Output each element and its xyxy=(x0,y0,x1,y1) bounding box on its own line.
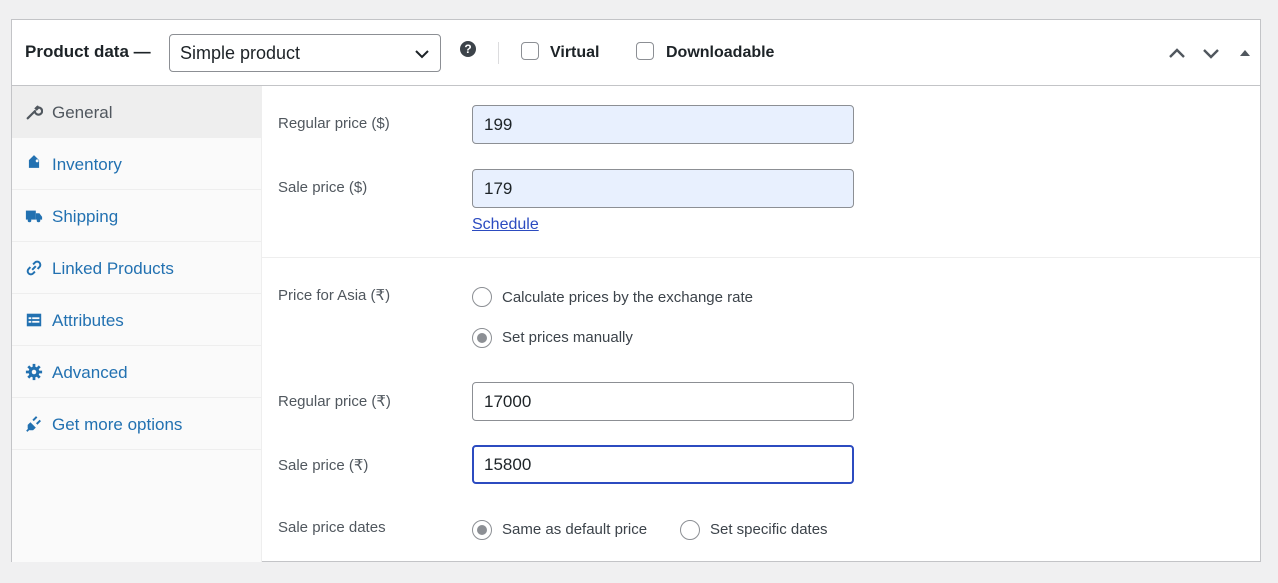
manual-prices-label: Set prices manually xyxy=(502,329,633,346)
wrench-icon xyxy=(26,105,43,120)
move-up-icon[interactable] xyxy=(1166,42,1188,64)
collapse-toggle-icon[interactable] xyxy=(1234,42,1256,64)
gear-icon xyxy=(25,363,43,381)
sale-price-dates-label: Sale price dates xyxy=(278,519,386,536)
chevron-down-icon xyxy=(415,50,429,59)
asia-regular-price-input[interactable] xyxy=(472,382,854,421)
asia-sale-price-input[interactable] xyxy=(472,445,854,484)
specific-dates-label: Set specific dates xyxy=(710,521,828,538)
section-divider xyxy=(262,257,1260,258)
regular-price-label: Regular price ($) xyxy=(278,115,390,132)
help-icon[interactable]: ? xyxy=(460,41,476,57)
tab-advanced[interactable]: Advanced xyxy=(12,346,261,398)
exchange-rate-label: Calculate prices by the exchange rate xyxy=(502,289,753,306)
exchange-rate-radio[interactable] xyxy=(472,287,492,307)
product-data-tabs: General Inventory Shipping Linked Produc… xyxy=(12,86,262,562)
asia-regular-price-label: Regular price (₹) xyxy=(278,393,391,410)
tag-icon xyxy=(28,155,40,168)
list-table-icon xyxy=(26,313,42,327)
downloadable-checkbox[interactable] xyxy=(636,42,654,60)
plugin-icon xyxy=(26,416,42,432)
specific-dates-radio[interactable] xyxy=(680,520,700,540)
same-as-default-label: Same as default price xyxy=(502,521,648,538)
regular-price-input[interactable] xyxy=(472,105,854,144)
product-data-title: Product data — xyxy=(25,42,151,61)
tab-shipping[interactable]: Shipping xyxy=(12,190,261,242)
tab-shipping-label: Shipping xyxy=(52,207,119,226)
tab-get-more-options[interactable]: Get more options xyxy=(12,398,261,450)
manual-prices-radio[interactable] xyxy=(472,328,492,348)
virtual-label: Virtual xyxy=(550,44,600,61)
tab-linked-products-label: Linked Products xyxy=(52,259,174,278)
product-data-header: Product data — Simple product ? Virtual … xyxy=(12,20,1260,86)
tab-inventory[interactable]: Inventory xyxy=(12,138,261,190)
tab-general-label: General xyxy=(52,103,113,122)
move-down-icon[interactable] xyxy=(1200,42,1222,64)
tab-attributes[interactable]: Attributes xyxy=(12,294,261,346)
tab-get-more-options-label: Get more options xyxy=(52,415,183,434)
sale-price-label: Sale price ($) xyxy=(278,179,368,196)
tab-linked-products[interactable]: Linked Products xyxy=(12,242,261,294)
downloadable-label: Downloadable xyxy=(666,44,775,61)
asia-price-label: Price for Asia (₹) xyxy=(278,287,391,304)
schedule-link[interactable]: Schedule xyxy=(472,216,539,234)
product-data-panel: Product data — Simple product ? Virtual … xyxy=(11,19,1261,562)
tab-general[interactable]: General xyxy=(12,86,261,138)
virtual-checkbox[interactable] xyxy=(521,42,539,60)
general-tab-content: Regular price ($) Sale price ($) Schedul… xyxy=(262,86,1260,561)
product-type-select[interactable]: Simple product xyxy=(169,34,441,72)
sale-price-input[interactable] xyxy=(472,169,854,208)
tab-attributes-label: Attributes xyxy=(52,311,124,330)
tab-advanced-label: Advanced xyxy=(52,363,128,382)
truck-icon xyxy=(25,210,43,223)
asia-sale-price-label: Sale price (₹) xyxy=(278,457,369,474)
tab-inventory-label: Inventory xyxy=(52,155,122,174)
same-as-default-radio[interactable] xyxy=(472,520,492,540)
link-icon xyxy=(26,260,42,276)
header-divider xyxy=(498,42,499,64)
product-type-value: Simple product xyxy=(180,43,301,63)
